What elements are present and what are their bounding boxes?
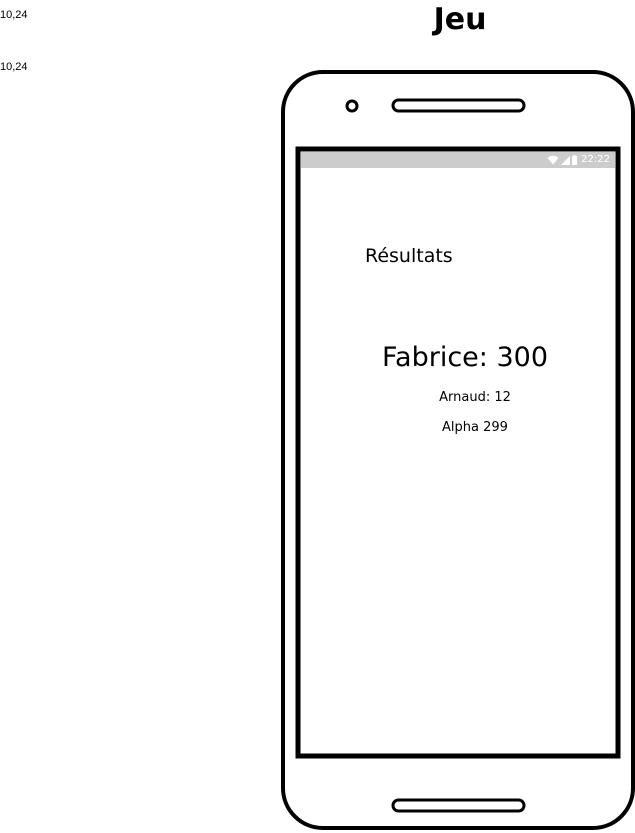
score-row: Arnaud: 12 <box>439 390 511 405</box>
status-bar: 22:22 <box>301 152 615 168</box>
status-icons: 22:22 <box>547 152 610 168</box>
battery-icon <box>572 155 578 165</box>
results-heading: Résultats <box>365 245 453 267</box>
score-row: Alpha 299 <box>442 420 508 435</box>
phone-frame <box>281 70 635 830</box>
front-camera-icon <box>345 99 359 113</box>
home-button <box>391 798 526 813</box>
top-score: Fabrice: 300 <box>381 342 548 373</box>
phone-screen-border <box>295 146 621 759</box>
status-time: 22:22 <box>581 154 610 165</box>
signal-icon <box>561 155 571 165</box>
page-title: Jeu <box>433 2 487 37</box>
side-note: 10,24 <box>0 9 28 21</box>
wifi-icon <box>547 155 559 165</box>
phone-body <box>281 70 635 830</box>
earpiece-speaker <box>391 98 526 113</box>
side-note: 10,24 <box>0 61 28 73</box>
